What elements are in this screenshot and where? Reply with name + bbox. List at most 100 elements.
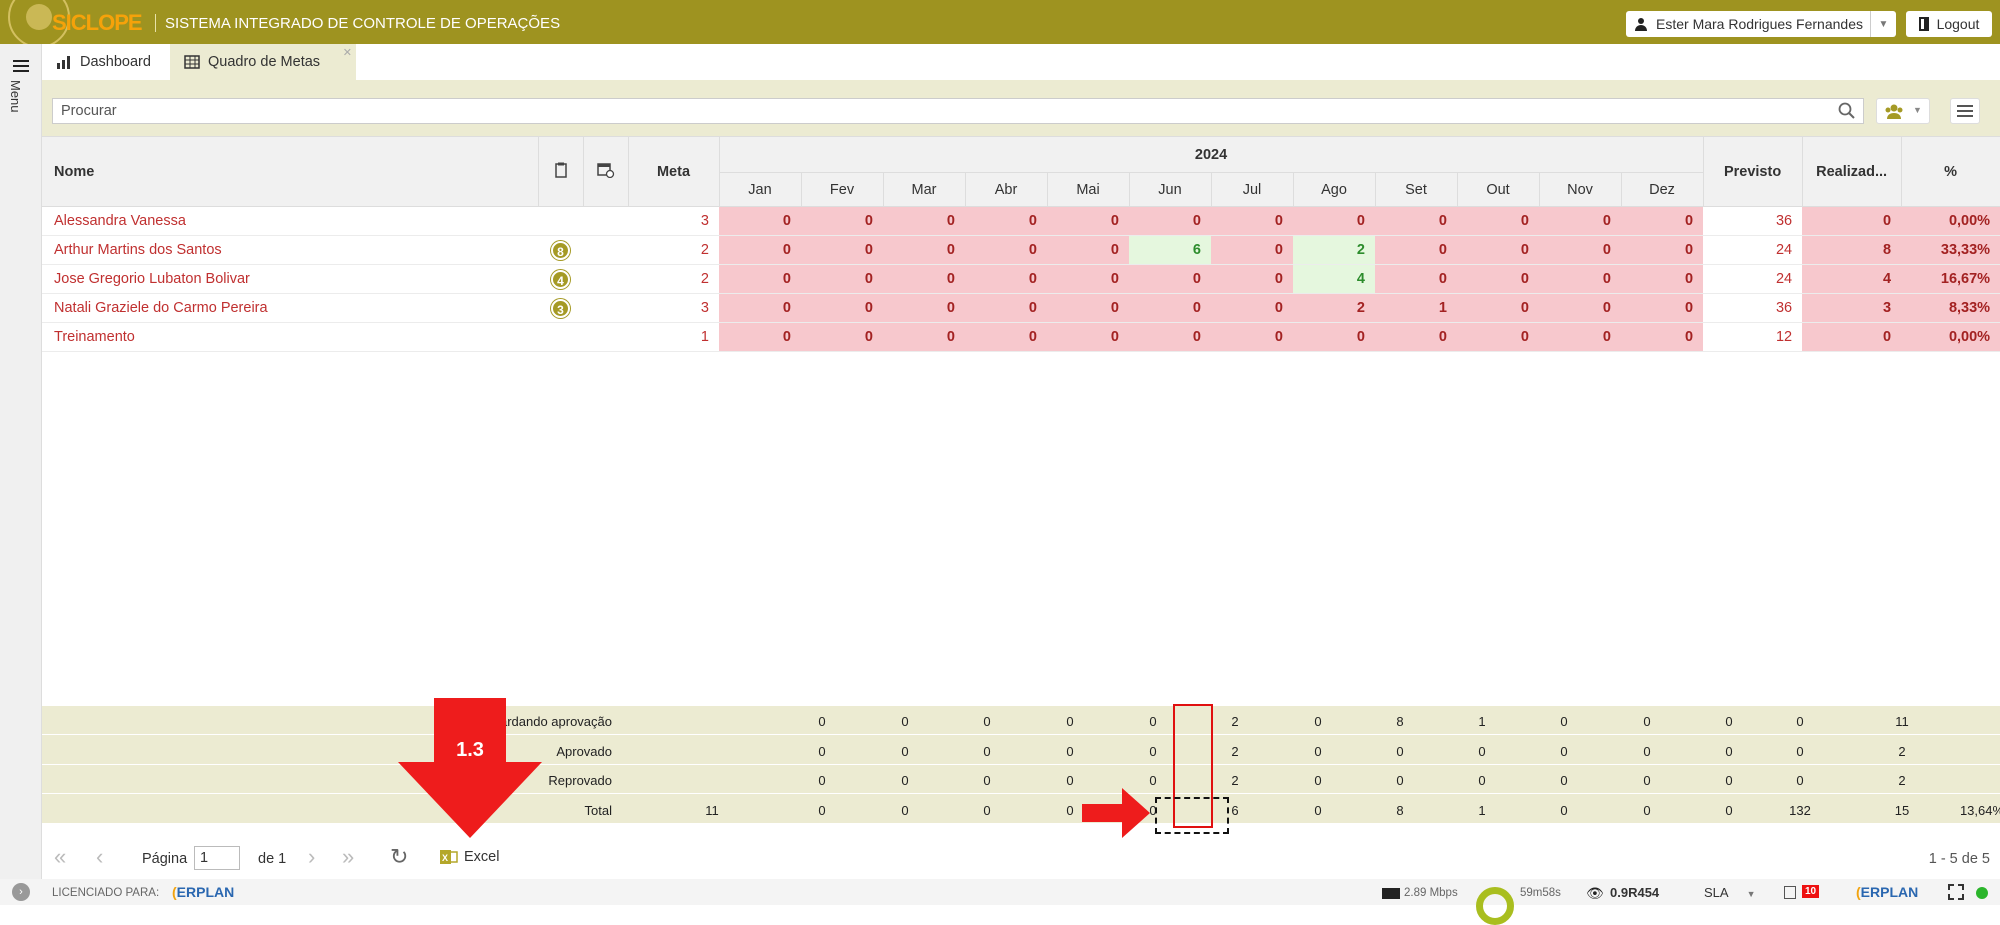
summary-month-value: 0 <box>1478 743 1486 759</box>
col-header-month[interactable]: Mai <box>1046 172 1130 207</box>
summary-month-value: 0 <box>1643 802 1651 818</box>
app-subtitle: SISTEMA INTEGRADO DE CONTROLE DE OPERAÇÕ… <box>165 15 561 32</box>
row-month-value: 0 <box>1129 264 1211 294</box>
row-month-value: 0 <box>1129 322 1211 352</box>
col-header-previsto[interactable]: Previsto <box>1702 136 1803 207</box>
row-realizado: 8 <box>1802 235 1902 265</box>
logout-label: Logout <box>1936 16 1980 32</box>
sla-dropdown[interactable]: SLA ▼ <box>1704 885 1756 900</box>
summary-month-value: 0 <box>818 743 826 759</box>
page-input[interactable]: 1 <box>194 846 240 870</box>
table-row[interactable]: Alessandra Vanessa 3 0 0 0 0 0 0 0 0 0 0 0 0 36 0 0,00% <box>42 206 2000 236</box>
row-month-value: 0 <box>1539 322 1621 352</box>
summary-realizado: 2 <box>1898 743 1906 759</box>
col-header-month[interactable]: Abr <box>964 172 1048 207</box>
notifications-count[interactable]: 10 <box>1802 885 1820 898</box>
highlight-dashed-total <box>1155 797 1229 834</box>
row-meta: 2 <box>628 264 719 294</box>
table-grid-icon <box>184 55 200 69</box>
row-month-value: 0 <box>1621 264 1704 294</box>
summary-month-value: 0 <box>1314 743 1322 759</box>
row-month-value: 0 <box>1457 235 1539 265</box>
count-badge[interactable]: 3 <box>551 298 570 318</box>
excel-button[interactable]: X Excel <box>440 848 499 866</box>
tab-quadro-de-metas[interactable]: Quadro de Metas ✕ <box>170 44 356 80</box>
user-dropdown[interactable]: Ester Mara Rodrigues Fernandes ▼ <box>1626 11 1896 37</box>
summary-month-value: 0 <box>818 714 826 729</box>
hamburger-icon[interactable] <box>13 60 29 75</box>
logout-button[interactable]: Logout <box>1906 11 1992 37</box>
row-calendar-cell <box>583 235 628 265</box>
close-icon[interactable]: ✕ <box>343 46 352 59</box>
row-name-link[interactable]: Jose Gregorio Lubaton Bolivar <box>42 264 538 294</box>
row-name-link[interactable]: Alessandra Vanessa <box>42 206 538 236</box>
col-header-realizado[interactable]: Realizad... <box>1801 136 1902 207</box>
col-header-month[interactable]: Set <box>1374 172 1458 207</box>
summary-month-value: 0 <box>983 773 991 788</box>
row-month-value: 0 <box>1621 322 1704 352</box>
count-badge[interactable]: 4 <box>551 269 570 289</box>
fullscreen-icon[interactable] <box>1948 884 1964 900</box>
excel-label: Excel <box>464 849 500 865</box>
columns-menu-button[interactable] <box>1950 98 1980 124</box>
row-name-link[interactable]: Arthur Martins dos Santos <box>42 235 538 265</box>
group-filter-button[interactable]: ▼ <box>1876 98 1930 124</box>
col-header-month[interactable]: Dez <box>1620 172 1704 207</box>
summary-month-value: 0 <box>1396 773 1404 788</box>
tab-bar: Dashboard Quadro de Metas ✕ <box>42 44 2000 80</box>
count-badge[interactable]: 8 <box>551 240 570 260</box>
row-meta: 2 <box>628 235 719 265</box>
col-header-nome[interactable]: Nome <box>42 136 539 207</box>
col-header-meta[interactable]: Meta <box>627 136 720 207</box>
col-header-month[interactable]: Jul <box>1210 172 1294 207</box>
summary-month-value: 0 <box>1396 743 1404 759</box>
summary-realizado: 2 <box>1898 773 1906 788</box>
row-name-link[interactable]: Natali Graziele do Carmo Pereira <box>42 293 538 323</box>
summary-month-value: 2 <box>1231 773 1239 788</box>
table-row[interactable]: Treinamento 1 0 0 0 0 0 0 0 0 0 0 0 0 12 0 0,00% <box>42 322 2000 352</box>
licensed-label: LICENCIADO PARA: <box>52 887 160 899</box>
prev-page-icon[interactable]: ‹ <box>96 844 103 870</box>
row-previsto: 36 <box>1703 293 1803 323</box>
list-icon <box>1957 105 1973 117</box>
table-row[interactable]: Natali Graziele do Carmo Pereira 3 3 0 0 0 0 0 0… <box>42 293 2000 323</box>
erplan-logo-right: (ERPLAN <box>1856 884 1919 900</box>
menu-label[interactable]: Menu <box>8 80 23 113</box>
summary-month-value: 0 <box>901 802 909 818</box>
summary-month-value: 0 <box>1560 773 1568 788</box>
expand-sidebar-icon[interactable]: › <box>12 883 30 901</box>
col-header-month[interactable]: Fev <box>800 172 884 207</box>
refresh-icon[interactable]: ↻ <box>390 844 408 870</box>
row-realizado: 0 <box>1802 322 1902 352</box>
col-header-month[interactable]: Out <box>1456 172 1540 207</box>
col-header-calendar[interactable] <box>582 136 629 207</box>
online-status-icon <box>1976 887 1988 899</box>
col-header-month[interactable]: Jan <box>718 172 802 207</box>
row-name-link[interactable]: Treinamento <box>42 322 538 352</box>
first-page-icon[interactable]: « <box>54 844 66 870</box>
next-page-icon[interactable]: › <box>308 844 315 870</box>
col-header-month[interactable]: Mar <box>882 172 966 207</box>
col-header-month[interactable]: Jun <box>1128 172 1212 207</box>
chevron-down-icon[interactable]: ▼ <box>1870 11 1896 37</box>
col-header-percent[interactable]: % <box>1900 136 2000 207</box>
summary-month-value: 1 <box>1478 802 1486 818</box>
notifications-icon[interactable] <box>1784 886 1796 899</box>
summary-row: Aguardando aprovação 0 0 0 0 0 2 0 8 1 0 0 0 0 11 <box>42 706 2000 735</box>
clipboard-icon <box>554 162 567 178</box>
tab-dashboard[interactable]: Dashboard <box>42 44 170 80</box>
table-row[interactable]: Arthur Martins dos Santos 8 2 0 0 0 0 0 6 0 2 0 0 0 0 2… <box>42 235 2000 265</box>
session-timer-ring <box>1476 887 1514 925</box>
col-header-month[interactable]: Nov <box>1538 172 1622 207</box>
row-month-value: 0 <box>719 206 801 236</box>
search-input[interactable]: Procurar <box>52 98 1864 124</box>
col-header-month[interactable]: Ago <box>1292 172 1376 207</box>
row-month-value: 0 <box>1129 206 1211 236</box>
summary-month-value: 1 <box>1478 714 1486 729</box>
row-previsto: 24 <box>1703 235 1803 265</box>
row-month-value: 0 <box>883 322 965 352</box>
last-page-icon[interactable]: » <box>342 844 354 870</box>
table-row[interactable]: Jose Gregorio Lubaton Bolivar 4 2 0 0 0 0 0 0 0 4 0… <box>42 264 2000 294</box>
col-header-clipboard[interactable] <box>537 136 584 207</box>
search-icon[interactable] <box>1838 102 1856 120</box>
